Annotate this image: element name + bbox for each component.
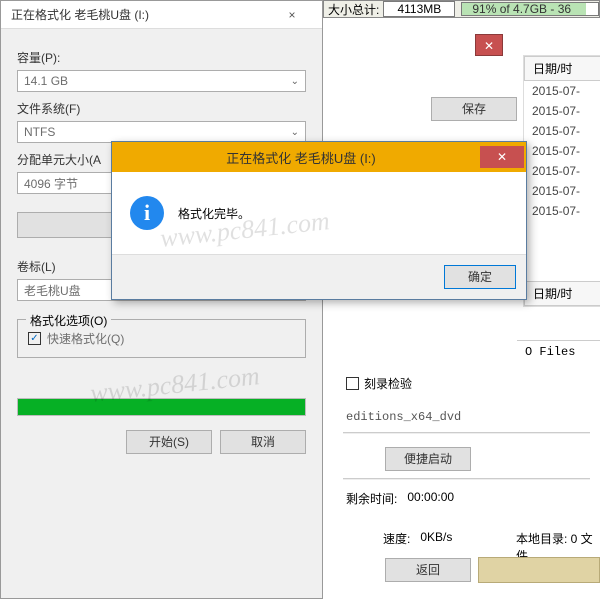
checkbox-checked-icon: ✓ <box>28 332 41 345</box>
capacity-label: 容量(P): <box>17 49 306 66</box>
cancel-button[interactable]: 取消 <box>220 430 306 454</box>
quickboot-button[interactable]: 便捷启动 <box>385 447 471 471</box>
iso-files-label: O Files <box>517 340 600 363</box>
filesystem-select[interactable]: NTFS ⌄ <box>17 121 306 143</box>
save-button[interactable]: 保存 <box>431 97 517 121</box>
progress-bar <box>18 399 305 415</box>
filesystem-label: 文件系统(F) <box>17 100 306 117</box>
ok-button[interactable]: 确定 <box>444 265 516 289</box>
status-bar <box>478 557 600 583</box>
format-dialog-titlebar[interactable]: 正在格式化 老毛桃U盘 (I:) × <box>1 1 322 29</box>
format-progress <box>17 398 306 416</box>
remaining-time: 剩余时间: 00:00:00 <box>346 490 454 507</box>
size-total-strip: 大小总计: 4113MB 91% of 4.7GB - 36 <box>323 0 600 18</box>
list-item[interactable]: 2015-07- <box>524 201 600 221</box>
start-button[interactable]: 开始(S) <box>126 430 212 454</box>
capacity-bar-text: 91% of 4.7GB - 36 <box>472 2 571 16</box>
list-item[interactable]: 2015-07- <box>524 181 600 201</box>
burn-check-label: 刻录检验 <box>364 375 412 392</box>
burn-verify-checkbox[interactable]: 刻录检验 <box>346 375 412 392</box>
divider <box>343 478 590 480</box>
close-icon[interactable]: ✕ <box>480 146 524 168</box>
dvd-filename: editions_x64_dvd <box>346 410 461 424</box>
checkbox-unchecked-icon <box>346 377 359 390</box>
info-icon: i <box>130 196 164 230</box>
capacity-value: 14.1 GB <box>24 74 68 88</box>
list-item[interactable]: 2015-07- <box>524 161 600 181</box>
date-header[interactable]: 日期/时 <box>524 56 600 81</box>
size-mb-value: 4113MB <box>383 1 455 17</box>
speed-value: 0KB/s <box>420 530 452 547</box>
options-legend: 格式化选项(O) <box>26 312 111 329</box>
back-button[interactable]: 返回 <box>385 558 471 582</box>
capacity-select[interactable]: 14.1 GB ⌄ <box>17 70 306 92</box>
close-icon[interactable]: × <box>272 8 312 22</box>
format-options-group: 格式化选项(O) ✓ 快速格式化(Q) <box>17 319 306 358</box>
remaining-value: 00:00:00 <box>407 490 454 507</box>
chevron-down-icon: ⌄ <box>291 127 299 138</box>
message-dialog: 正在格式化 老毛桃U盘 (I:) ✕ i 格式化完毕。 确定 <box>111 141 527 300</box>
speed-label: 速度: <box>383 530 410 547</box>
format-dialog-title: 正在格式化 老毛桃U盘 (I:) <box>11 6 149 23</box>
list-item[interactable]: 2015-07- <box>524 101 600 121</box>
list-item[interactable]: 2015-07- <box>524 141 600 161</box>
list-item[interactable]: 2015-07- <box>524 121 600 141</box>
close-icon[interactable]: ✕ <box>475 34 503 56</box>
date-column: 日期/时 2015-07- 2015-07- 2015-07- 2015-07-… <box>523 55 600 307</box>
capacity-bar: 91% of 4.7GB - 36 <box>461 2 599 16</box>
alloc-value: 4096 字节 <box>24 175 78 192</box>
date-header-2[interactable]: 日期/时 <box>524 281 600 306</box>
quick-format-label: 快速格式化(Q) <box>47 330 124 347</box>
message-dialog-title: 正在格式化 老毛桃U盘 (I:) <box>122 148 480 167</box>
remaining-label: 剩余时间: <box>346 490 397 507</box>
list-item[interactable]: 2015-07- <box>524 81 600 101</box>
divider <box>343 432 590 434</box>
volume-value: 老毛桃U盘 <box>24 282 81 299</box>
message-text: 格式化完毕。 <box>178 205 250 222</box>
size-total-label: 大小总计: <box>324 1 383 18</box>
filesystem-value: NTFS <box>24 125 55 139</box>
quick-format-checkbox[interactable]: ✓ 快速格式化(Q) <box>28 330 295 347</box>
chevron-down-icon: ⌄ <box>291 76 299 87</box>
message-dialog-titlebar[interactable]: 正在格式化 老毛桃U盘 (I:) ✕ <box>112 142 526 172</box>
speed-row: 速度: 0KB/s <box>383 530 452 547</box>
